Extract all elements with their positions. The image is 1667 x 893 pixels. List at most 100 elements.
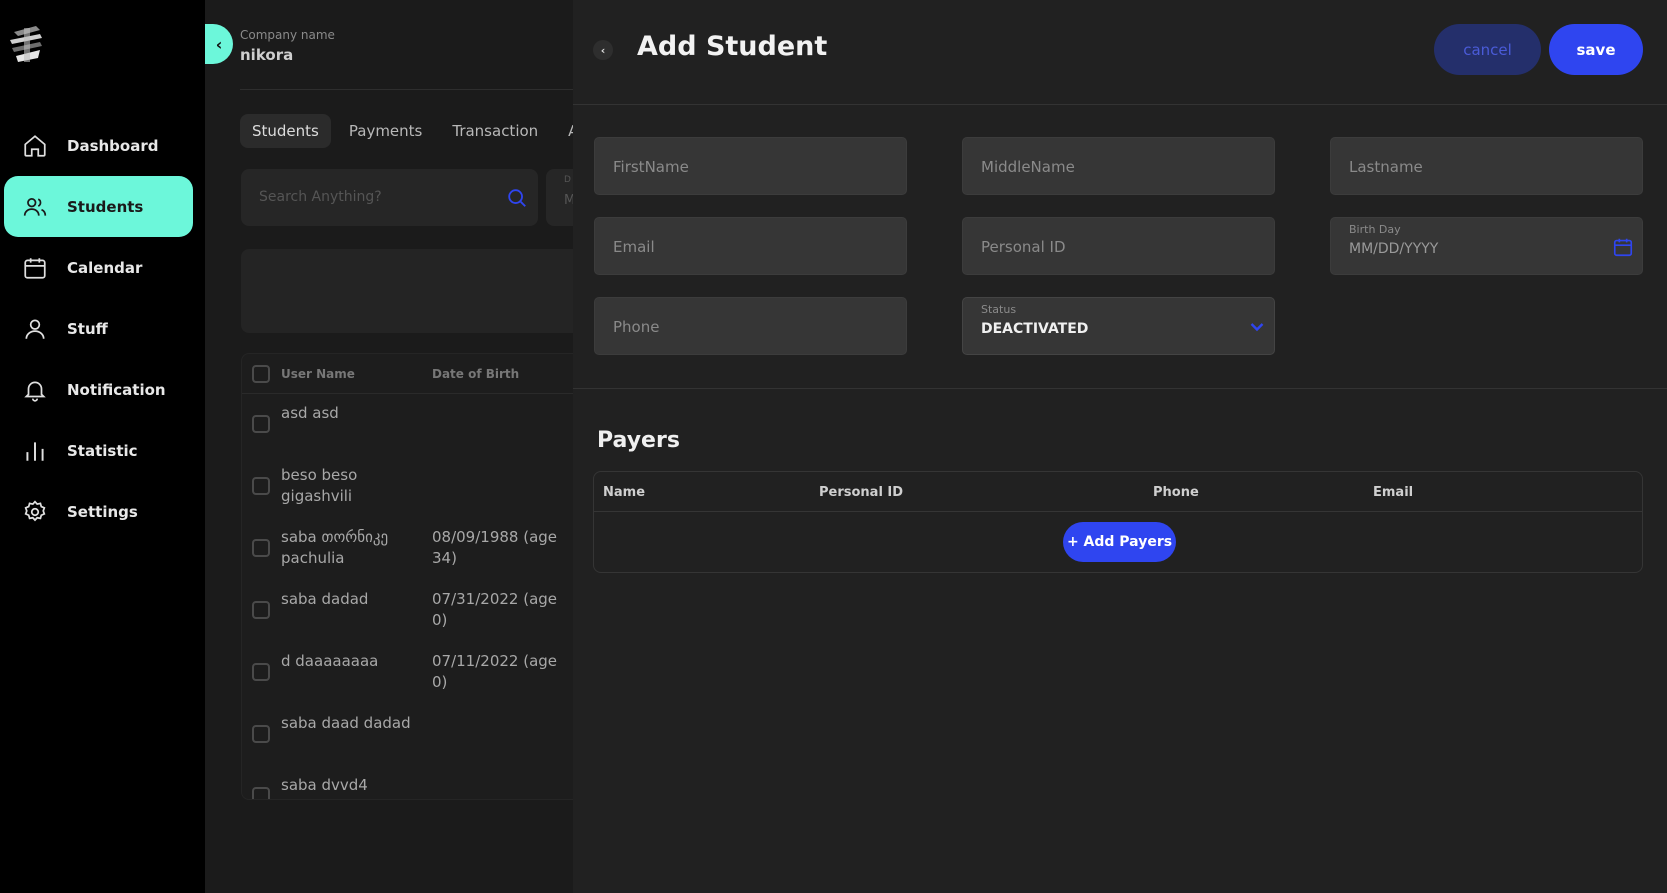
middlename-field[interactable]: MiddleName [962,137,1275,195]
table-header: User Name Date of Birth [242,354,600,394]
table-row[interactable]: saba dadad 07/31/2022 (age 0) [242,580,600,642]
column-header-dob: Date of Birth [432,367,520,381]
tab-payments[interactable]: Payments [337,114,434,148]
table-row[interactable]: beso beso gigashvili [242,456,600,518]
sidebar-item-label: Settings [67,502,138,521]
sidebar-item-notification[interactable]: Notification [4,359,193,420]
table-row[interactable]: asd asd [242,394,600,456]
row-checkbox[interactable] [252,787,270,799]
section-divider [573,388,1667,389]
sidebar-item-stuff[interactable]: Stuff [4,298,193,359]
row-username: saba dadad [281,590,369,608]
birthday-label: Birth Day [1349,223,1401,236]
tab-students[interactable]: Students [240,114,331,148]
birthday-field[interactable]: Birth Day MM/DD/YYYY [1330,217,1643,275]
company-name: nikora [240,46,294,64]
company-label: Company name [240,28,335,42]
payers-column-email: Email [1373,485,1414,500]
chevron-down-icon [1250,323,1264,332]
lastname-placeholder: Lastname [1349,158,1423,176]
row-dob: 07/31/2022 (age 0) [432,590,558,629]
row-dob: 08/09/1988 (age 34) [432,528,558,567]
sidebar-item-students[interactable]: Students [4,176,193,237]
calendar-icon [24,258,46,279]
sidebar: Dashboard Students Calendar Stuff Notifi… [0,0,205,893]
add-payers-button[interactable]: + Add Payers [1063,522,1176,562]
page-title: Add Student [637,31,828,62]
logo-icon [10,26,42,62]
row-checkbox[interactable] [252,539,270,557]
row-username: saba dvvd4 [281,776,368,794]
row-username: asd asd [281,404,339,422]
add-student-drawer: ‹ Add Student cancel save FirstName Midd… [573,0,1667,893]
filter-label: D [564,175,571,185]
sidebar-item-label: Stuff [67,319,108,338]
lastname-field[interactable]: Lastname [1330,137,1643,195]
sidebar-item-dashboard[interactable]: Dashboard [4,115,193,176]
firstname-placeholder: FirstName [613,158,689,176]
search-icon [508,189,526,207]
page-tabs: Students Payments Transaction At [240,114,596,148]
drawer-header: ‹ Add Student cancel save [573,0,1667,105]
row-username: saba თორნიკე pachulia [281,528,389,567]
tab-transaction[interactable]: Transaction [440,114,550,148]
sidebar-item-label: Calendar [67,258,143,277]
personal-id-placeholder: Personal ID [981,238,1066,256]
table-row[interactable]: saba dvvd4 [242,766,600,799]
table-row[interactable]: saba daad dadad [242,704,600,766]
email-placeholder: Email [613,238,655,256]
select-all-checkbox[interactable] [252,365,270,383]
calendar-icon[interactable] [1612,236,1634,258]
sidebar-item-calendar[interactable]: Calendar [4,237,193,298]
payers-title: Payers [597,428,680,453]
back-button[interactable]: ‹ [593,40,613,60]
students-table: User Name Date of Birth asd asd beso bes… [241,353,601,800]
sidebar-item-statistic[interactable]: Statistic [4,420,193,481]
payers-column-personal-id: Personal ID [819,485,904,500]
summary-card [241,249,601,333]
sidebar-item-settings[interactable]: Settings [4,481,193,542]
row-username: beso beso gigashvili [281,466,358,505]
bell-icon [24,381,46,402]
table-row[interactable]: d daaaaaaaa 07/11/2022 (age 0) [242,642,600,704]
sidebar-item-label: Statistic [67,441,138,460]
table-row[interactable]: saba თორნიკე pachulia 08/09/1988 (age 34… [242,518,600,580]
payers-column-phone: Phone [1153,485,1199,500]
row-username: d daaaaaaaa [281,652,379,670]
email-field[interactable]: Email [594,217,907,275]
status-label: Status [981,303,1017,316]
users-icon [23,198,47,216]
phone-field[interactable]: Phone [594,297,907,355]
payers-table: Name Personal ID Phone Email + Add Payer… [593,471,1643,573]
status-select[interactable]: Status DEACTIVATED [962,297,1275,355]
phone-placeholder: Phone [613,318,660,336]
row-checkbox[interactable] [252,725,270,743]
sidebar-item-label: Students [67,197,144,216]
row-checkbox[interactable] [252,663,270,681]
row-username: saba daad dadad [281,714,411,732]
bar-chart-icon [26,442,44,461]
sidebar-nav: Dashboard Students Calendar Stuff Notifi… [0,115,205,542]
firstname-field[interactable]: FirstName [594,137,907,195]
app-root: Dashboard Students Calendar Stuff Notifi… [0,0,1667,893]
row-dob: 07/11/2022 (age 0) [432,652,558,691]
column-header-username: User Name [281,367,355,381]
gear-icon [24,500,46,522]
row-checkbox[interactable] [252,477,270,495]
save-button[interactable]: save [1549,24,1643,75]
cancel-button[interactable]: cancel [1434,24,1541,75]
payers-column-name: Name [603,485,646,500]
sidebar-item-label: Notification [67,380,166,399]
middlename-placeholder: MiddleName [981,158,1075,176]
row-checkbox[interactable] [252,415,270,433]
sidebar-item-label: Dashboard [67,136,159,155]
personal-id-field[interactable]: Personal ID [962,217,1275,275]
search-input[interactable]: Search Anything? [241,169,538,226]
payers-table-header: Name Personal ID Phone Email [594,472,1642,512]
birthday-placeholder: MM/DD/YYYY [1349,241,1439,257]
row-checkbox[interactable] [252,601,270,619]
chevron-left-icon: ‹ [600,43,606,57]
status-value: DEACTIVATED [981,321,1089,337]
home-icon [24,135,46,157]
header-divider [240,89,590,90]
